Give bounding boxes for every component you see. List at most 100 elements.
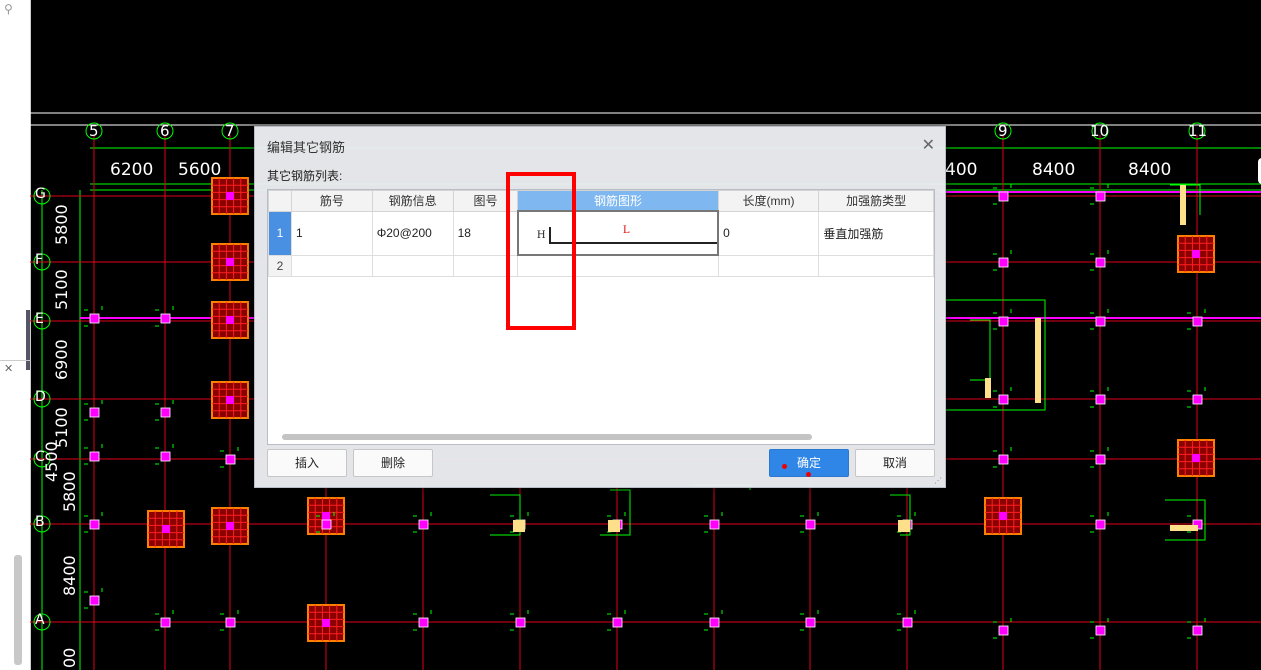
column (709, 617, 720, 628)
column (902, 617, 913, 628)
axis-label-B: B (35, 514, 45, 530)
table-row[interactable]: 2 (268, 254, 934, 277)
shape-l-label[interactable]: L (623, 225, 630, 236)
cancel-button[interactable]: 取消 (855, 449, 935, 477)
axis-label-5: 5 (89, 122, 99, 140)
column (805, 617, 816, 628)
column (160, 313, 171, 324)
axis-label-9: 9 (998, 122, 1008, 140)
horizontal-scrollbar[interactable] (282, 434, 812, 440)
rebar-table: 筋号 钢筋信息 图号 钢筋图形 长度(mm) 加强筋类型 1 1 Φ20@200… (267, 189, 935, 445)
column (89, 313, 100, 324)
dim-400: 400 (945, 160, 978, 180)
column (998, 191, 1009, 202)
row-number[interactable]: 2 (268, 254, 292, 277)
column (418, 519, 429, 530)
panel-close-icon[interactable]: ✕ (4, 362, 24, 375)
col-length[interactable]: 长度(mm) (717, 190, 820, 212)
column (226, 258, 234, 266)
panel-scrollbar[interactable] (14, 555, 22, 665)
col-reinforcement-type[interactable]: 加强筋类型 (818, 190, 934, 212)
column (998, 316, 1009, 327)
column (226, 316, 234, 324)
column (998, 625, 1009, 636)
edit-other-rebar-dialog: 编辑其它钢筋 ✕ 其它钢筋列表: 筋号 钢筋信息 图号 钢筋图形 长度(mm) … (254, 126, 946, 488)
column (225, 454, 236, 465)
dim-left-5800-b: 5800 (60, 471, 79, 512)
column (1095, 191, 1106, 202)
column (226, 396, 234, 404)
row-number[interactable]: 1 (268, 210, 292, 256)
column (226, 522, 234, 530)
column (160, 617, 171, 628)
search-icon[interactable]: ⚲ (4, 2, 24, 18)
column (89, 451, 100, 462)
column (805, 519, 816, 530)
dim-8400-a: 8400 (1032, 160, 1076, 180)
column (162, 525, 170, 533)
axis-label-F: F (35, 252, 44, 268)
cell-reinforcement-type[interactable] (818, 254, 934, 277)
column (612, 617, 623, 628)
table-row[interactable]: 1 1 Φ20@200 18 H L 0 垂直加强筋 (268, 210, 934, 256)
close-icon[interactable]: ✕ (922, 135, 935, 154)
cell-reinforcement-type[interactable]: 垂直加强筋 (818, 210, 934, 256)
column (321, 519, 332, 530)
axis-label-A: A (35, 612, 45, 628)
column (515, 617, 526, 628)
column (1095, 394, 1106, 405)
col-bar-number[interactable]: 筋号 (290, 190, 373, 212)
column (418, 617, 429, 628)
list-label: 其它钢筋列表: (267, 169, 343, 183)
column (1192, 394, 1203, 405)
cell-bar-number[interactable]: 1 (290, 210, 373, 256)
axis-label-11: 11 (1188, 122, 1208, 140)
column (89, 519, 100, 530)
cell-rebar-info[interactable]: Φ20@200 (371, 210, 454, 256)
column (1192, 250, 1200, 258)
column (322, 512, 330, 520)
axis-label-10: 10 (1090, 122, 1110, 140)
dim-5600: 5600 (178, 160, 222, 180)
column (160, 407, 171, 418)
column (1095, 519, 1106, 530)
dim-left-00: 00 (60, 647, 79, 668)
col-rebar-info[interactable]: 钢筋信息 (371, 190, 454, 212)
column (1192, 625, 1203, 636)
column (1192, 454, 1200, 462)
axis-label-6: 6 (160, 122, 170, 140)
axis-label-7: 7 (225, 122, 235, 140)
column (1192, 316, 1203, 327)
axis-label-D: D (35, 389, 46, 405)
column (998, 394, 1009, 405)
dim-left-4500: 4500 (42, 441, 61, 482)
dim-8400-b: 8400 (1128, 160, 1172, 180)
dim-left-5800: 5800 (52, 204, 71, 245)
column (709, 519, 720, 530)
resize-grip-icon[interactable]: ⋰ (934, 476, 942, 485)
column (1095, 316, 1106, 327)
left-panel: ⚲ ✕ (0, 0, 31, 670)
column (1095, 257, 1106, 268)
cell-rebar-info[interactable] (371, 254, 454, 277)
column (1095, 625, 1106, 636)
cell-length[interactable]: 0 (717, 210, 820, 256)
cell-length[interactable] (717, 254, 820, 277)
dim-6200: 6200 (110, 160, 154, 180)
column (226, 192, 234, 200)
dim-left-8400: 8400 (60, 555, 79, 596)
column (1095, 454, 1106, 465)
column (998, 454, 1009, 465)
column (322, 619, 330, 627)
cell-bar-number[interactable] (290, 254, 373, 277)
column (998, 257, 1009, 268)
column (89, 595, 100, 606)
insert-button[interactable]: 插入 (267, 449, 347, 477)
col-rownum (268, 190, 292, 212)
axis-label-G: G (35, 186, 46, 202)
dim-left-5100: 5100 (52, 269, 71, 310)
delete-button[interactable]: 删除 (353, 449, 433, 477)
column (160, 451, 171, 462)
dim-left-6900: 6900 (52, 339, 71, 380)
annotation-dot (806, 472, 811, 477)
